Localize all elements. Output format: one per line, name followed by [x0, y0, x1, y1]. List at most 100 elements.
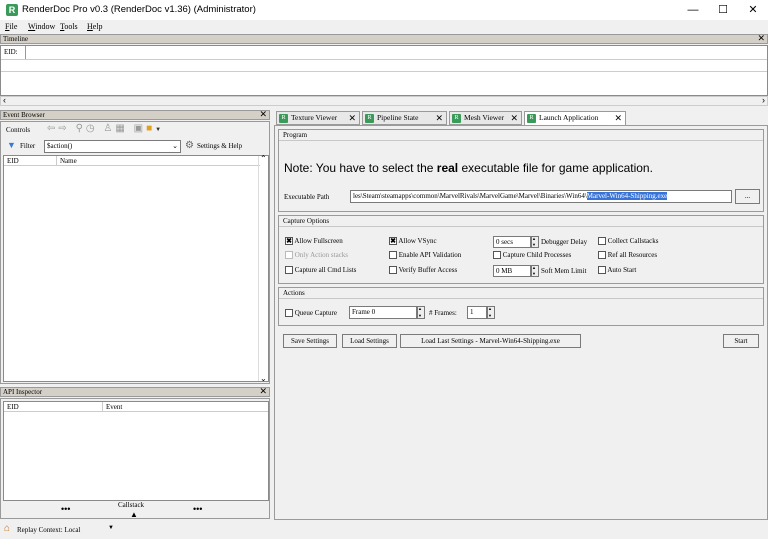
menu-tools[interactable]: Tools — [60, 22, 78, 31]
ref-all-resources-checkbox[interactable]: Ref all Resources — [598, 251, 657, 260]
close-icon[interactable]: ✕ — [614, 112, 622, 124]
load-last-settings-button[interactable]: Load Last Settings - Marvel-Win64-Shippi… — [400, 334, 581, 348]
vertical-scrollbar[interactable]: ⌃ ⌄ — [258, 154, 268, 383]
divider — [102, 402, 103, 412]
start-button[interactable]: Start — [723, 334, 759, 348]
tab-launch-application[interactable]: R Launch Application ✕ — [524, 111, 626, 126]
menu-window[interactable]: Window — [28, 22, 55, 31]
close-icon[interactable]: ✕ — [510, 112, 518, 124]
frames-count-spinner[interactable] — [487, 306, 495, 319]
menu-tools-label: ools — [64, 22, 78, 31]
capture-child-processes-checkbox[interactable]: Capture Child Processes — [493, 251, 571, 260]
filter-label: Filter — [20, 142, 36, 150]
scroll-up-icon[interactable]: ⌃ — [260, 154, 267, 163]
frame-input[interactable]: Frame 0 — [349, 306, 417, 319]
close-icon[interactable]: ✕ — [435, 112, 443, 124]
forward-arrow-icon[interactable]: ⇨ — [58, 123, 69, 134]
chevron-down-icon[interactable]: ▼ — [155, 127, 164, 133]
checkbox[interactable] — [598, 251, 606, 260]
enable-api-validation-checkbox[interactable]: Enable API Validation — [389, 251, 461, 260]
actions-group: Actions Queue Capture Frame 0 # Frames: … — [278, 287, 764, 326]
grid-icon[interactable]: ▦ — [115, 123, 127, 134]
filter-input[interactable]: $action() ⌄ — [44, 140, 181, 153]
event-list-header: EID Name — [4, 156, 260, 166]
house-icon: ⌂ — [4, 523, 11, 534]
debugger-delay-input[interactable]: 0 secs — [493, 236, 531, 248]
chevron-down-icon[interactable]: ⌄ — [172, 141, 178, 152]
menu-window-label: indow — [35, 22, 56, 31]
back-arrow-icon[interactable]: ⇦ — [47, 123, 58, 134]
timeline-eid-label: EID: — [4, 48, 18, 56]
tab-mesh-viewer[interactable]: R Mesh Viewer ✕ — [449, 111, 522, 125]
column-header-name[interactable]: Name — [60, 157, 77, 165]
allow-vsync-checkbox[interactable]: Allow VSync — [389, 237, 437, 246]
frames-count-input[interactable]: 1 — [467, 306, 487, 319]
clock-icon[interactable]: ◷ — [86, 123, 98, 134]
renderdoc-icon: R — [365, 114, 374, 123]
browse-button[interactable]: ... — [735, 189, 760, 204]
timeline-scrollbar[interactable]: ‹ › — [0, 95, 768, 106]
close-icon[interactable]: ✕ — [757, 34, 765, 43]
checkbox[interactable] — [389, 266, 397, 275]
disk-icon[interactable]: ▣ — [134, 123, 146, 134]
checkbox[interactable] — [598, 237, 606, 246]
chevron-down-icon[interactable]: ▼ — [108, 525, 114, 531]
checkbox[interactable] — [389, 251, 397, 260]
collect-callstacks-checkbox[interactable]: Collect Callstacks — [598, 237, 659, 246]
timeline-panel[interactable]: EID: — [0, 45, 768, 96]
menu-help[interactable]: Help — [87, 22, 103, 31]
renderdoc-icon: R — [527, 114, 536, 123]
load-settings-button[interactable]: Load Settings — [342, 334, 397, 348]
frame-spinner[interactable] — [417, 306, 425, 319]
program-group: Program Note: You have to select the rea… — [278, 129, 764, 212]
executable-path-input[interactable]: les\Steam\steamapps\common\MarvelRivals\… — [350, 190, 732, 203]
event-list[interactable]: EID Name ⌃ ⌄ — [3, 154, 269, 383]
menu-file[interactable]: File — [5, 22, 17, 31]
replay-context-label[interactable]: Replay Context: Local — [17, 526, 80, 534]
checkbox[interactable] — [285, 266, 293, 275]
scroll-right-icon[interactable]: › — [762, 95, 765, 105]
close-icon[interactable]: ✕ — [259, 110, 267, 119]
binoculars-icon[interactable]: ⚲ — [76, 123, 86, 134]
tab-texture-viewer[interactable]: R Texture Viewer ✕ — [276, 111, 360, 125]
close-icon[interactable]: ✕ — [348, 112, 356, 124]
verify-buffer-access-checkbox[interactable]: Verify Buffer Access — [389, 266, 457, 275]
collect-callstacks-label: Collect Callstacks — [607, 237, 659, 245]
allow-fullscreen-checkbox[interactable]: Allow Fullscreen — [285, 237, 343, 246]
capture-all-cmd-lists-checkbox[interactable]: Capture all Cmd Lists — [285, 266, 356, 275]
checkbox[interactable] — [285, 309, 293, 318]
tab-pipeline-state[interactable]: R Pipeline State ✕ — [362, 111, 447, 125]
minimize-button[interactable]: — — [678, 0, 708, 20]
folder-icon[interactable]: ■ — [146, 123, 155, 134]
soft-mem-limit-input[interactable]: 0 MB — [493, 265, 531, 277]
checkbox[interactable] — [598, 266, 606, 275]
settings-help-button[interactable]: Settings & Help — [197, 142, 242, 150]
only-action-stacks-checkbox[interactable]: Only Action stacks — [285, 251, 348, 260]
checkbox-disabled[interactable] — [285, 251, 293, 260]
auto-start-checkbox[interactable]: Auto Start — [598, 266, 636, 275]
expand-up-icon[interactable]: ▲ — [130, 510, 138, 519]
save-settings-button[interactable]: Save Settings — [283, 334, 337, 348]
checkbox-checked[interactable] — [285, 237, 293, 246]
scroll-left-icon[interactable]: ‹ — [3, 95, 6, 105]
scroll-down-icon[interactable]: ⌄ — [260, 374, 267, 383]
checkbox[interactable] — [493, 251, 501, 260]
close-button[interactable]: ✕ — [738, 0, 768, 20]
divider — [25, 46, 26, 59]
column-header-eid[interactable]: EID — [7, 403, 19, 411]
column-header-eid[interactable]: EID — [7, 157, 19, 165]
checkbox-checked[interactable] — [389, 237, 397, 246]
splitter-dots-right[interactable]: ••• — [193, 504, 202, 514]
soft-mem-limit-spinner[interactable] — [531, 265, 539, 277]
debugger-delay-spinner[interactable] — [531, 236, 539, 248]
person-icon[interactable]: ♙ — [103, 123, 115, 134]
divider — [1, 59, 767, 60]
queue-capture-checkbox[interactable]: Queue Capture — [285, 309, 337, 318]
api-event-list[interactable]: EID Event — [3, 401, 269, 501]
close-icon[interactable]: ✕ — [259, 387, 267, 396]
column-header-event[interactable]: Event — [106, 403, 122, 411]
splitter-dots-left[interactable]: ••• — [61, 504, 70, 514]
note-prefix: Note: You have to select the — [284, 161, 437, 175]
maximize-button[interactable]: ☐ — [708, 0, 738, 20]
tab-label: Mesh Viewer — [464, 113, 505, 122]
